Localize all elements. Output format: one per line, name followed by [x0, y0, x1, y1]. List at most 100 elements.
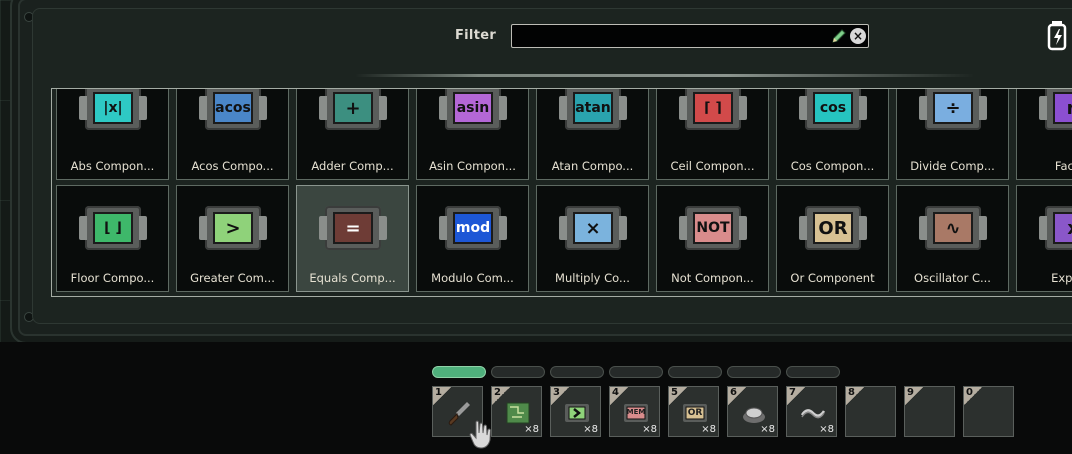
factorial-icon: n [1053, 92, 1072, 124]
component-label: Equals Comp... [309, 271, 396, 285]
hotbar-tab[interactable] [432, 366, 486, 378]
component-label: Asin Compon... [429, 159, 516, 173]
equals-icon: = [333, 212, 373, 244]
filter-divider [355, 74, 975, 77]
component-tile[interactable]: ⌊ ⌋ Floor Compo... [56, 185, 169, 292]
greater-icon: > [213, 212, 253, 244]
atan-icon: atan [573, 92, 613, 124]
hotbar-slot[interactable]: 3 ×8 [550, 386, 601, 437]
chip-icon: NOT [679, 206, 747, 250]
hotbar-slot[interactable]: 7 ×8 [786, 386, 837, 437]
chip-icon: > [199, 206, 267, 250]
component-tile[interactable]: = Equals Comp... [296, 185, 409, 292]
component-tile[interactable]: OR Or Component [776, 185, 889, 292]
chip-icon: + [319, 89, 387, 130]
component-label: Or Component [790, 271, 875, 285]
hotbar-tab[interactable] [668, 366, 722, 378]
acos-icon: acos [213, 92, 253, 124]
slot-count: ×8 [642, 424, 657, 435]
component-tile[interactable]: x Expone [1016, 185, 1072, 292]
slot-number: 0 [964, 387, 982, 405]
asin-icon: asin [453, 92, 493, 124]
component-label: Divide Comp... [910, 159, 995, 173]
hand-cursor-icon [469, 420, 492, 449]
floor-icon: ⌊ ⌋ [93, 212, 133, 244]
clear-filter-icon[interactable]: × [850, 28, 866, 44]
multiply-icon: × [573, 212, 613, 244]
component-label: Atan Compo... [551, 159, 634, 173]
abs-icon: |x| [93, 92, 133, 124]
chip-text: MEM [626, 408, 646, 416]
hotbar-tab[interactable] [786, 366, 840, 378]
memory-chip-icon: MEM [622, 399, 650, 427]
component-tile[interactable]: × Multiply Co... [536, 185, 649, 292]
chip-icon: ∿ [919, 206, 987, 250]
chip-icon: atan [559, 89, 627, 130]
component-label: Factor [1054, 159, 1072, 173]
component-tile[interactable]: > Greater Com... [176, 185, 289, 292]
slot-number: 8 [846, 387, 864, 405]
pencil-icon[interactable] [830, 27, 848, 45]
or-icon: OR [813, 212, 853, 244]
component-label: Not Compon... [671, 271, 754, 285]
hotbar-slot[interactable]: 4 MEM ×8 [609, 386, 660, 437]
greater-chip-icon [563, 399, 591, 427]
component-tile[interactable]: |x| Abs Compon... [56, 89, 169, 180]
slot-count: ×8 [701, 424, 716, 435]
hotbar-tab[interactable] [609, 366, 663, 378]
chip-icon: |x| [79, 89, 147, 130]
not-icon: NOT [693, 212, 733, 244]
component-label: Cos Compon... [790, 159, 875, 173]
component-label: Abs Compon... [70, 159, 155, 173]
component-tile[interactable]: asin Asin Compon... [416, 89, 529, 180]
component-tile[interactable]: atan Atan Compo... [536, 89, 649, 180]
or-chip-icon: OR [681, 399, 709, 427]
hotbar-tab[interactable] [491, 366, 545, 378]
component-tile[interactable]: acos Acos Compo... [176, 89, 289, 180]
chip-icon: x [1039, 206, 1072, 250]
component-tile[interactable]: ÷ Divide Comp... [896, 89, 1009, 180]
component-tile[interactable]: n Factor [1016, 89, 1072, 180]
button-icon [740, 399, 768, 427]
component-tile[interactable]: + Adder Comp... [296, 89, 409, 180]
divide-icon: ÷ [933, 92, 973, 124]
component-tile[interactable]: mod Modulo Com... [416, 185, 529, 292]
filter-input[interactable]: × [511, 24, 869, 48]
component-grid: |x| Abs Compon... acos Acos Compo... + Adder … [51, 88, 1072, 297]
chip-icon: acos [199, 89, 267, 130]
component-tile[interactable]: NOT Not Compon... [656, 185, 769, 292]
hotbar-tab[interactable] [550, 366, 604, 378]
component-tile[interactable]: cos Cos Compon... [776, 89, 889, 180]
hotbar-slot[interactable]: 5 OR ×8 [668, 386, 719, 437]
component-label: Acos Compo... [191, 159, 274, 173]
chip-icon: = [319, 206, 387, 250]
filter-label: Filter [455, 28, 497, 43]
component-tile[interactable]: ∿ Oscillator C... [896, 185, 1009, 292]
hotbar-slot[interactable]: 6 ×8 [727, 386, 778, 437]
cos-icon: cos [813, 92, 853, 124]
modulo-icon: mod [453, 212, 493, 244]
component-label: Adder Comp... [311, 159, 394, 173]
hotbar-slot[interactable]: 8 [845, 386, 896, 437]
hotbar-slot[interactable]: 9 [904, 386, 955, 437]
component-label: Modulo Com... [431, 271, 514, 285]
component-label: Multiply Co... [555, 271, 630, 285]
adder-icon: + [333, 92, 373, 124]
slot-count: ×8 [524, 424, 539, 435]
component-label: Oscillator C... [914, 271, 991, 285]
chip-icon: OR [799, 206, 867, 250]
wire-icon [799, 399, 827, 427]
oscillator-icon: ∿ [933, 212, 973, 244]
slot-count: ×8 [819, 424, 834, 435]
component-tile[interactable]: ⌈ ⌉ Ceil Compon... [656, 89, 769, 180]
chip-icon: ÷ [919, 89, 987, 130]
ceil-icon: ⌈ ⌉ [693, 92, 733, 124]
hotbar-tab[interactable] [727, 366, 781, 378]
chip-icon: n [1039, 89, 1072, 130]
chip-icon: ⌈ ⌉ [679, 89, 747, 130]
hotbar-slot[interactable]: 2 ×8 [491, 386, 542, 437]
battery-power-icon[interactable] [1046, 20, 1072, 52]
component-label: Floor Compo... [70, 271, 155, 285]
hotbar-slot[interactable]: 0 [963, 386, 1014, 437]
chip-icon: cos [799, 89, 867, 130]
